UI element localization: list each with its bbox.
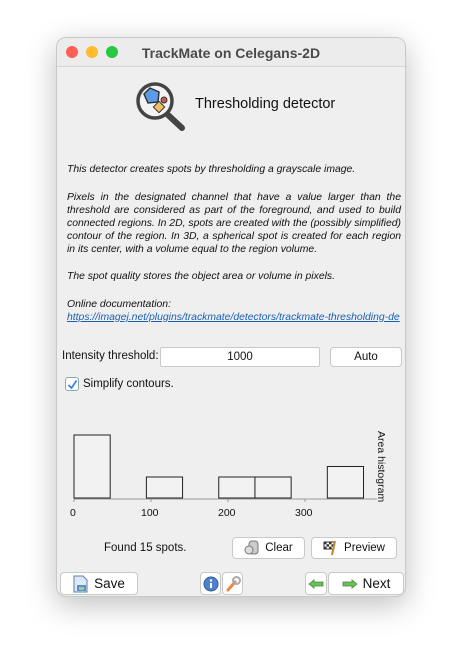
area-histogram [73, 434, 377, 502]
title-bar: TrackMate on Celegans-2D [57, 38, 405, 67]
description-details: Pixels in the designated channel that ha… [67, 192, 401, 255]
save-icon [73, 575, 88, 592]
clear-icon [244, 540, 259, 555]
clear-button[interactable]: Clear [232, 537, 305, 559]
magnifier-detector-icon [136, 82, 185, 131]
simplify-contours-label: Simplify contours. [83, 378, 174, 390]
next-label: Next [362, 576, 391, 591]
auto-threshold-button[interactable]: Auto [330, 347, 402, 367]
info-icon [203, 576, 218, 591]
simplify-contours-checkbox[interactable] [65, 377, 79, 391]
x-tick-label: 300 [295, 507, 313, 519]
x-tick-label: 0 [70, 507, 76, 519]
histogram-title: Area histogram [375, 431, 387, 503]
histogram-bar [73, 434, 111, 499]
intensity-threshold-label: Intensity threshold: [62, 350, 159, 362]
histogram-bar [145, 476, 184, 499]
documentation-link[interactable]: https://imagej.net/plugins/trackmate/det… [67, 311, 401, 324]
preview-button[interactable]: Preview [311, 537, 397, 559]
description-quality: The spot quality stores the object area … [67, 271, 335, 282]
arrow-left-icon [308, 578, 324, 589]
description-intro: This detector creates spots by threshold… [67, 164, 356, 175]
info-button[interactable] [200, 572, 221, 595]
window-title: TrackMate on Celegans-2D [141, 45, 321, 61]
histogram-bar [254, 476, 292, 499]
detector-title: Thresholding detector [195, 96, 336, 112]
settings-button[interactable] [222, 572, 243, 595]
clear-label: Clear [265, 542, 293, 554]
histogram-bar [326, 466, 365, 499]
x-tick-label: 100 [141, 507, 159, 519]
preview-label: Preview [344, 542, 385, 554]
checkmark-icon [67, 379, 77, 389]
documentation-label: Online documentation: [67, 299, 171, 310]
x-tick-label: 200 [218, 507, 236, 519]
next-button[interactable]: Next [328, 572, 404, 595]
spot-count-status: Found 15 spots. [104, 542, 187, 554]
intensity-threshold-input[interactable]: 1000 [160, 347, 320, 367]
previous-button[interactable] [305, 572, 327, 595]
wrench-icon [226, 575, 241, 591]
arrow-right-icon [342, 578, 358, 589]
save-label: Save [94, 576, 125, 591]
save-button[interactable]: Save [60, 572, 138, 595]
checkered-flag-icon [323, 540, 337, 556]
histogram-bar [218, 476, 256, 499]
